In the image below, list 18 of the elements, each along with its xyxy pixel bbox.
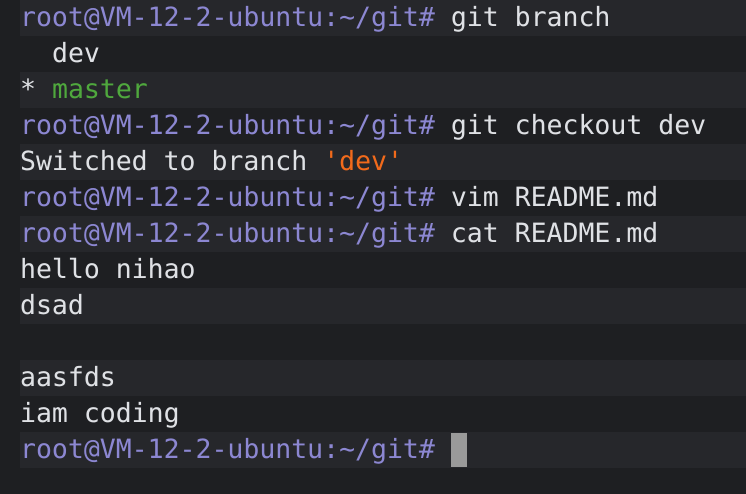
output-text: aasfds: [20, 364, 116, 392]
shell-prompt: root@VM-12-2-ubuntu:~/git#: [20, 436, 435, 464]
output-text: Switched to branch: [20, 148, 308, 176]
current-branch-marker: *: [20, 76, 37, 104]
shell-prompt: root@VM-12-2-ubuntu:~/git#: [20, 4, 435, 32]
shell-prompt: root@VM-12-2-ubuntu:~/git#: [20, 220, 435, 248]
command-text: cat README.md: [450, 220, 658, 248]
output-text: dsad: [20, 292, 84, 320]
output-text: iam coding: [20, 400, 180, 428]
command-text: vim README.md: [450, 184, 658, 212]
shell-prompt: root@VM-12-2-ubuntu:~/git#: [20, 184, 435, 212]
branch-name: dev: [52, 40, 100, 68]
shell-prompt: root@VM-12-2-ubuntu:~/git#: [20, 112, 435, 140]
branch-name: 'dev': [323, 148, 403, 176]
branch-name: master: [52, 76, 148, 104]
command-text: git branch: [450, 4, 610, 32]
command-text: git checkout dev: [450, 112, 706, 140]
output-text: hello nihao: [20, 256, 196, 284]
